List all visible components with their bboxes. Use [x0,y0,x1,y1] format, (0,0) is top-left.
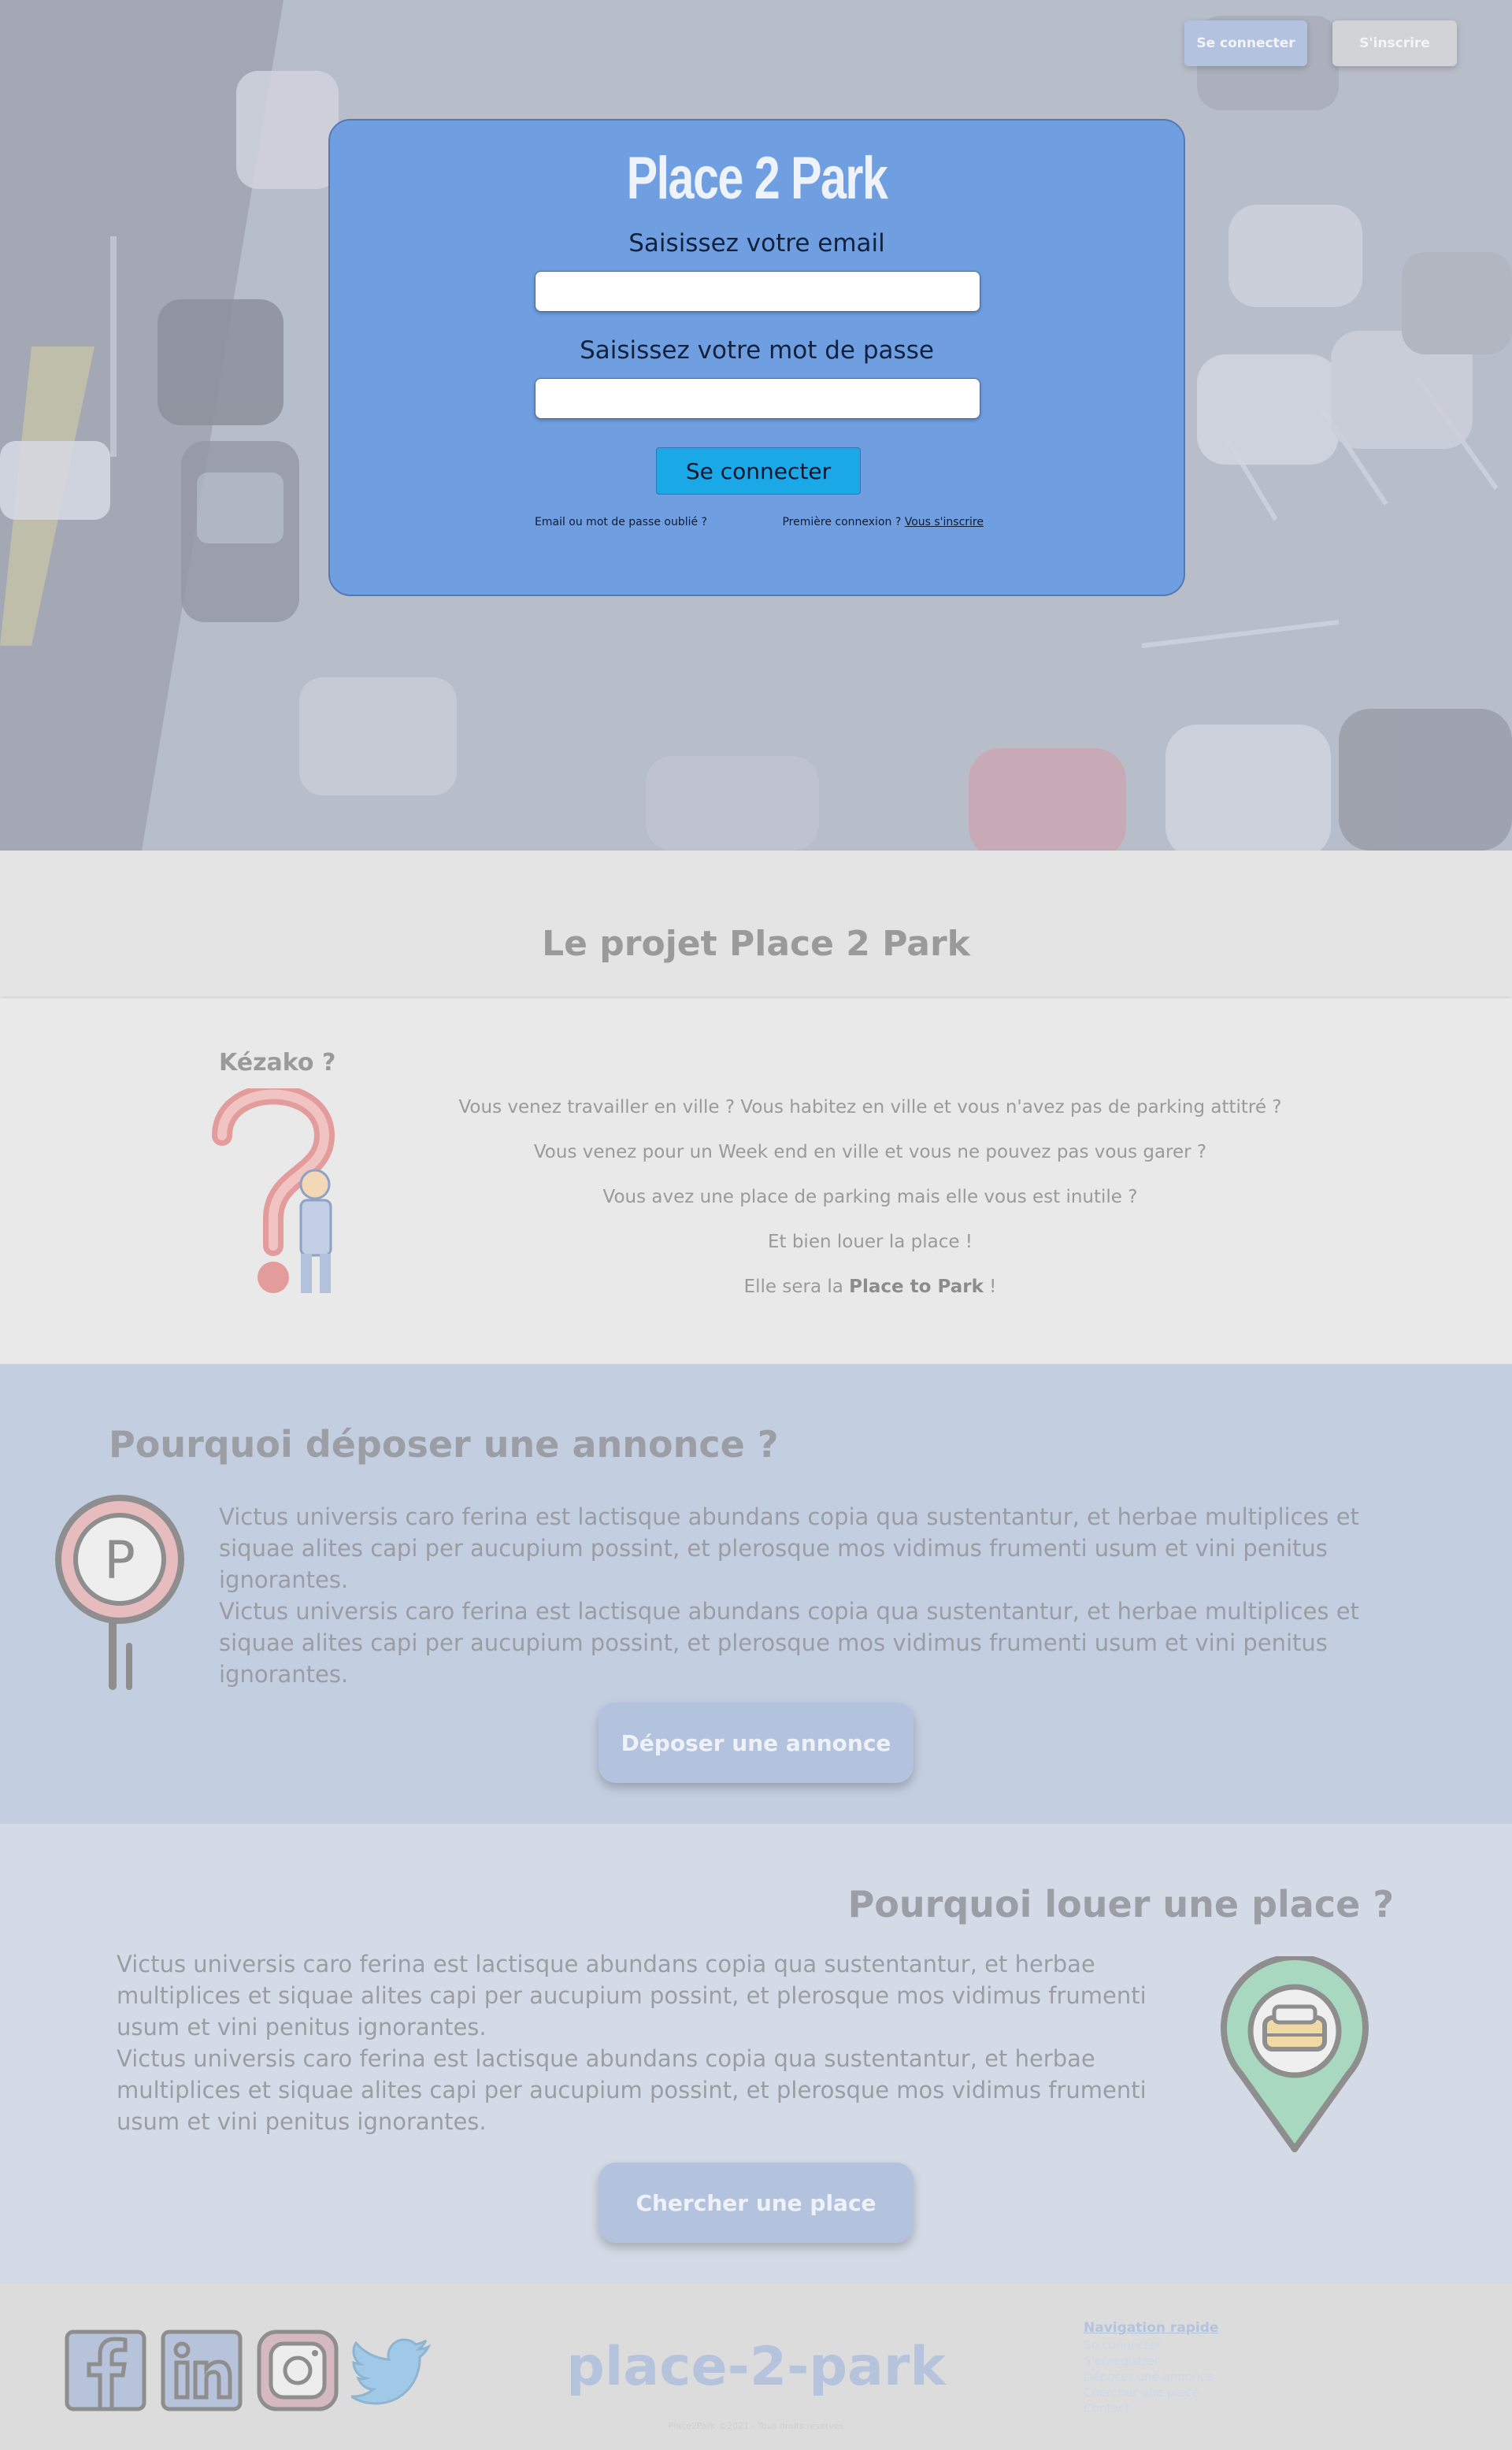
first-login-label: Première connexion ? [782,516,902,528]
projet-title: Le projet Place 2 Park [542,924,970,964]
louer-paragraph: Victus universis caro ferina est lactisq… [117,2045,1147,2135]
kezako-line: Et bien louer la place ! [767,1232,973,1252]
quick-nav-title[interactable]: Navigation rapide [1084,2320,1218,2336]
brand-logo: Place 2 Park [626,145,888,212]
first-login-text: Première connexion ? Vous s'inscrire [782,516,984,528]
kezako-line: Vous avez une place de parking mais elle… [602,1187,1138,1207]
car-location-pin-icon [1221,1956,1369,2152]
last-line-suffix: ! [989,1277,997,1297]
deposer-annonce-button[interactable]: Déposer une annonce [598,1703,914,1783]
deposer-title: Pourquoi déposer une annonce ? [109,1423,779,1466]
quick-nav-item[interactable]: S'enregistrer [1084,2353,1218,2369]
deposer-section: Pourquoi déposer une annonce ? P Victus … [0,1364,1512,1824]
question-mark-person-icon [212,1088,335,1293]
password-label: Saisissez votre mot de passe [580,336,934,365]
deposer-paragraph: Victus universis caro ferina est lactisq… [219,1598,1359,1688]
chercher-place-button[interactable]: Chercher une place [598,2163,914,2243]
hero-section: Se connecter S'inscrire Place 2 Park Sai… [0,0,1512,851]
header-register-button[interactable]: S'inscrire [1332,20,1457,66]
louer-title: Pourquoi louer une place ? [847,1883,1394,1926]
quick-nav-item[interactable]: Chercher une place [1084,2385,1218,2400]
quick-nav-item[interactable]: Contact [1084,2400,1218,2416]
kezako-last-line: Elle sera la Place to Park ! [378,1273,1362,1318]
place-to-park-strong: Place to Park [849,1277,984,1297]
parking-sign-icon: P [55,1495,184,1690]
footer-copyright: Place2Park ©2021 - Tous droits réservés [668,2421,844,2431]
louer-text: Victus universis caro ferina est lactisq… [117,1948,1172,2137]
quick-navigation: Navigation rapide Se connecter S'enregis… [1084,2320,1218,2416]
louer-paragraph: Victus universis caro ferina est lactisq… [117,1951,1147,2040]
kezako-section: Kézako ? Vous venez travailler en ville … [0,999,1512,1364]
forgot-credentials-link[interactable]: Email ou mot de passe oublié ? [535,516,707,528]
deposer-text: Victus universis caro ferina est lactisq… [219,1501,1400,1690]
kezako-line: Vous venez pour un Week end en ville et … [533,1142,1207,1162]
header-login-button[interactable]: Se connecter [1184,20,1307,66]
louer-section: Pourquoi louer une place ? Victus univer… [0,1824,1512,2284]
quick-nav-item[interactable]: Déposer une annonce [1084,2369,1218,2385]
last-line-prefix: Elle sera la [743,1277,843,1297]
kezako-line: Vous venez travailler en ville ? Vous ha… [458,1097,1282,1118]
footer-brand: place-2-park [566,2336,946,2398]
login-card: Place 2 Park Saisissez votre email Saisi… [328,119,1185,596]
register-link[interactable]: Vous s'inscrire [905,516,984,528]
kezako-title: Kézako ? [219,1049,336,1077]
quick-nav-list: Se connecter S'enregistrer Déposer une a… [1084,2337,1218,2416]
login-submit-button[interactable]: Se connecter [656,447,861,495]
email-field[interactable] [535,271,980,312]
svg-text:P: P [104,1530,135,1591]
quick-nav-item[interactable]: Se connecter [1084,2337,1218,2353]
footer: place-2-park Place2Park ©2021 - Tous dro… [0,2284,1512,2450]
email-label: Saisissez votre email [628,229,885,258]
kezako-text: Vous venez travailler en ville ? Vous ha… [378,1093,1362,1318]
password-field[interactable] [535,378,980,419]
deposer-paragraph: Victus universis caro ferina est lactisq… [219,1503,1359,1593]
projet-header: Le projet Place 2 Park [0,851,1512,996]
